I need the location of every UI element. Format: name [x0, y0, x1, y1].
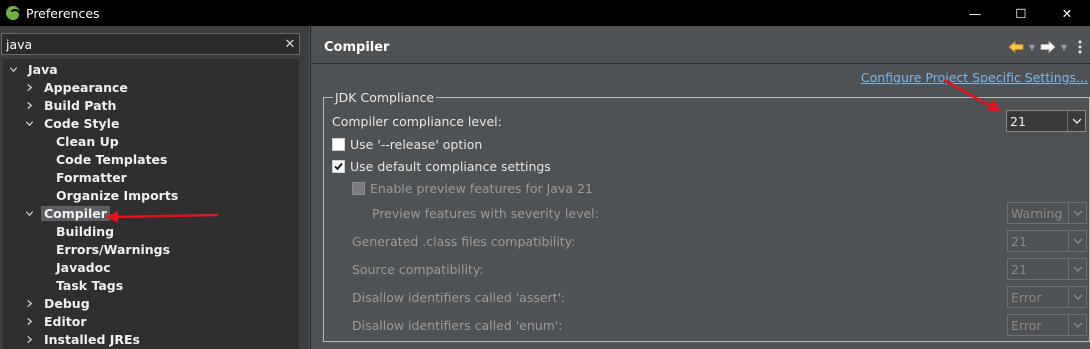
- window-controls: — ☐ ✕: [952, 0, 1090, 26]
- tree-item-label: Task Tags: [56, 277, 124, 293]
- tree-item-label: Installed JREs: [44, 331, 141, 347]
- preview-severity-label: Preview features with severity level:: [372, 206, 599, 221]
- default-compliance-label: Use default compliance settings: [350, 159, 551, 174]
- tree-item-label: Code Templates: [56, 151, 168, 167]
- chevron-down-icon[interactable]: [23, 209, 35, 218]
- tree-item-java[interactable]: Java: [7, 60, 61, 78]
- release-option-checkbox[interactable]: [332, 138, 345, 151]
- tree-item-javadoc[interactable]: Javadoc: [39, 258, 114, 276]
- tree-item-label: Debug: [44, 295, 90, 311]
- tree-item-errors-warnings[interactable]: Errors/Warnings: [39, 240, 173, 258]
- close-button[interactable]: ✕: [1044, 0, 1090, 26]
- chevron-down-icon[interactable]: [23, 119, 35, 128]
- page-title: Compiler: [324, 40, 390, 55]
- title-bar: Preferences — ☐ ✕: [0, 0, 1090, 26]
- tree-item-code-templates[interactable]: Code Templates: [39, 150, 170, 168]
- source-compatibility-label: Source compatibility:: [352, 262, 484, 277]
- release-option-row[interactable]: Use '--release' option: [332, 137, 482, 152]
- spring-logo-icon: [6, 6, 21, 21]
- window-title: Preferences: [26, 5, 100, 21]
- default-compliance-checkbox[interactable]: [332, 160, 345, 173]
- chevron-down-icon: [1067, 111, 1085, 131]
- filter-input[interactable]: [2, 36, 281, 52]
- compliance-level-select[interactable]: 21: [1006, 110, 1086, 132]
- tree-item-appearance[interactable]: Appearance: [23, 78, 131, 96]
- back-history-chevron-icon[interactable]: ▼: [1027, 38, 1037, 56]
- source-compatibility-select: 21: [1007, 258, 1087, 280]
- preview-features-row: Enable preview features for Java 21: [352, 181, 593, 196]
- class-compatibility-value: 21: [1011, 233, 1027, 249]
- chevron-right-icon[interactable]: [23, 83, 35, 92]
- tree-scroll-area: [299, 59, 309, 349]
- forward-arrow-icon[interactable]: [1039, 38, 1057, 56]
- tree-item-label: Errors/Warnings: [56, 241, 171, 257]
- assert-identifier-select: Error: [1007, 286, 1087, 308]
- chevron-down-icon: [1068, 203, 1086, 223]
- chevron-down-icon[interactable]: [7, 65, 19, 74]
- compliance-level-label: Compiler compliance level:: [332, 114, 502, 129]
- tree-item-label: Formatter: [56, 169, 127, 185]
- tree-item-building[interactable]: Building: [39, 222, 117, 240]
- class-compatibility-select: 21: [1007, 230, 1087, 252]
- tree-item-editor[interactable]: Editor: [23, 312, 90, 330]
- enum-identifier-label: Disallow identifiers called 'enum':: [352, 318, 563, 333]
- filter-field[interactable]: ✕: [1, 33, 300, 55]
- forward-history-chevron-icon[interactable]: ▼: [1059, 38, 1069, 56]
- source-compatibility-value: 21: [1011, 261, 1027, 277]
- preview-severity-select: Warning: [1007, 202, 1087, 224]
- default-compliance-row[interactable]: Use default compliance settings: [332, 159, 551, 174]
- tree-item-build-path[interactable]: Build Path: [23, 96, 119, 114]
- tree-item-label: Editor: [44, 313, 87, 329]
- chevron-right-icon[interactable]: [23, 299, 35, 308]
- release-option-label: Use '--release' option: [350, 137, 483, 152]
- page-header: Compiler ▼ ▼: [311, 31, 1090, 63]
- tree-item-installed-jres[interactable]: Installed JREs: [23, 330, 143, 348]
- compliance-level-value: 21: [1010, 113, 1026, 129]
- tree-item-debug[interactable]: Debug: [23, 294, 93, 312]
- jdk-compliance-title: JDK Compliance: [333, 90, 437, 105]
- chevron-right-icon[interactable]: [23, 317, 35, 326]
- tree-item-label: Java: [28, 61, 58, 77]
- tree-item-label: Javadoc: [56, 259, 111, 275]
- tree-item-formatter[interactable]: Formatter: [39, 168, 130, 186]
- assert-identifier-value: Error: [1011, 289, 1042, 305]
- tree-item-label: Organize Imports: [56, 187, 179, 203]
- chevron-down-icon: [1068, 287, 1086, 307]
- tree-item-label: Compiler: [41, 205, 110, 221]
- preference-tree: Java Appearance Build Path Code Style Clean …: [3, 59, 299, 349]
- chevron-right-icon[interactable]: [23, 335, 35, 344]
- preferences-navigation: ✕ Java Appearance Build Path Code Style Clea…: [0, 26, 309, 349]
- header-divider: [311, 63, 1090, 64]
- class-compatibility-label: Generated .class files compatibility:: [352, 234, 576, 249]
- enum-identifier-value: Error: [1011, 317, 1042, 333]
- minimize-button[interactable]: —: [952, 0, 998, 26]
- chevron-down-icon: [1068, 315, 1086, 335]
- page-nav-toolbar: ▼ ▼: [1007, 38, 1089, 56]
- tree-item-organize-imports[interactable]: Organize Imports: [39, 186, 181, 204]
- preview-severity-value: Warning: [1011, 205, 1063, 221]
- back-arrow-icon[interactable]: [1007, 38, 1025, 56]
- assert-identifier-label: Disallow identifiers called 'assert':: [352, 290, 566, 305]
- tree-item-compiler[interactable]: Compiler: [23, 204, 110, 222]
- view-menu-icon[interactable]: [1071, 38, 1089, 56]
- tree-item-label: Clean Up: [56, 133, 119, 149]
- checkmark-icon: [334, 162, 343, 171]
- chevron-down-icon: [1068, 231, 1086, 251]
- tree-item-label: Build Path: [44, 97, 117, 113]
- enum-identifier-select: Error: [1007, 314, 1087, 336]
- tree-item-label: Appearance: [44, 79, 128, 95]
- tree-item-code-style[interactable]: Code Style: [23, 114, 122, 132]
- tree-item-clean-up[interactable]: Clean Up: [39, 132, 122, 150]
- tree-item-task-tags[interactable]: Task Tags: [39, 276, 126, 294]
- preview-features-label: Enable preview features for Java 21: [370, 181, 593, 196]
- clear-filter-icon[interactable]: ✕: [281, 37, 299, 52]
- maximize-button[interactable]: ☐: [998, 0, 1044, 26]
- preference-page: Compiler ▼ ▼ Configure Project Specific …: [310, 26, 1090, 349]
- tree-item-label: Building: [56, 223, 115, 239]
- chevron-down-icon: [1068, 259, 1086, 279]
- configure-project-settings-link[interactable]: Configure Project Specific Settings...: [861, 70, 1088, 85]
- chevron-right-icon[interactable]: [23, 101, 35, 110]
- tree-item-label: Code Style: [44, 115, 120, 131]
- preview-features-checkbox: [352, 182, 365, 195]
